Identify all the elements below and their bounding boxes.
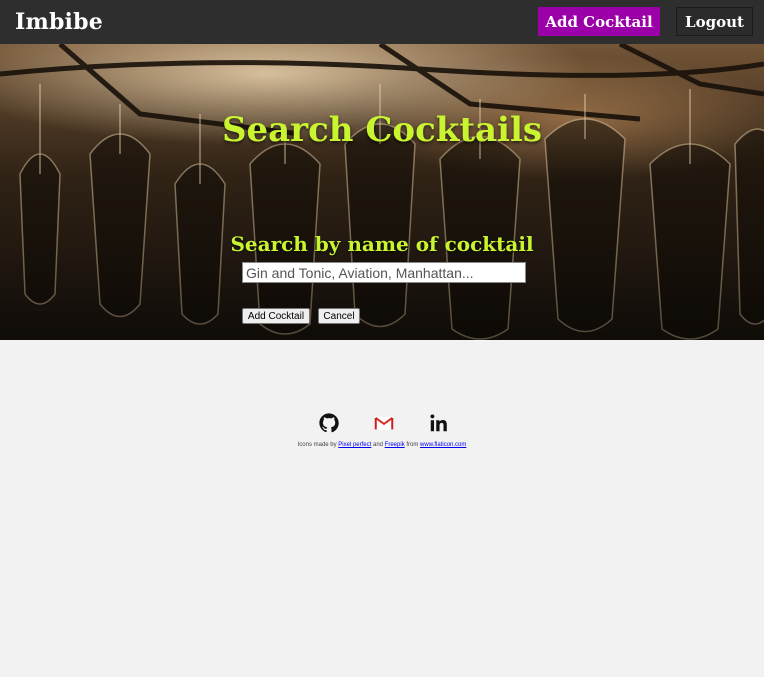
nav-add-cocktail-button[interactable]: Add Cocktail bbox=[538, 7, 660, 36]
credit-link-freepik[interactable]: Freepik bbox=[385, 442, 405, 448]
credit-link-pixel-perfect[interactable]: Pixel perfect bbox=[338, 442, 371, 448]
icon-credits: Icons made by Pixel perfect and Freepik … bbox=[0, 442, 764, 448]
navbar: Imbibe Add Cocktail Logout bbox=[0, 0, 764, 44]
page-title: Search Cocktails bbox=[221, 110, 543, 150]
logout-button[interactable]: Logout bbox=[676, 7, 753, 36]
credits-from: from bbox=[404, 442, 421, 448]
gmail-icon[interactable] bbox=[373, 412, 395, 434]
linkedin-icon[interactable] bbox=[428, 412, 450, 434]
github-icon[interactable] bbox=[318, 412, 340, 434]
cancel-button[interactable]: Cancel bbox=[318, 308, 360, 324]
credits-prefix: Icons made by bbox=[297, 442, 339, 448]
search-input[interactable] bbox=[242, 262, 526, 283]
brand-logo[interactable]: Imbibe bbox=[15, 9, 103, 35]
search-label: Search by name of cocktail bbox=[230, 232, 534, 256]
hero-overlay bbox=[0, 44, 764, 340]
add-cocktail-button[interactable]: Add Cocktail bbox=[242, 308, 310, 324]
credit-link-flaticon[interactable]: www.flaticon.com bbox=[420, 442, 466, 448]
hero-banner: Search Cocktails Search by name of cockt… bbox=[0, 44, 764, 340]
credits-and: and bbox=[371, 442, 385, 448]
